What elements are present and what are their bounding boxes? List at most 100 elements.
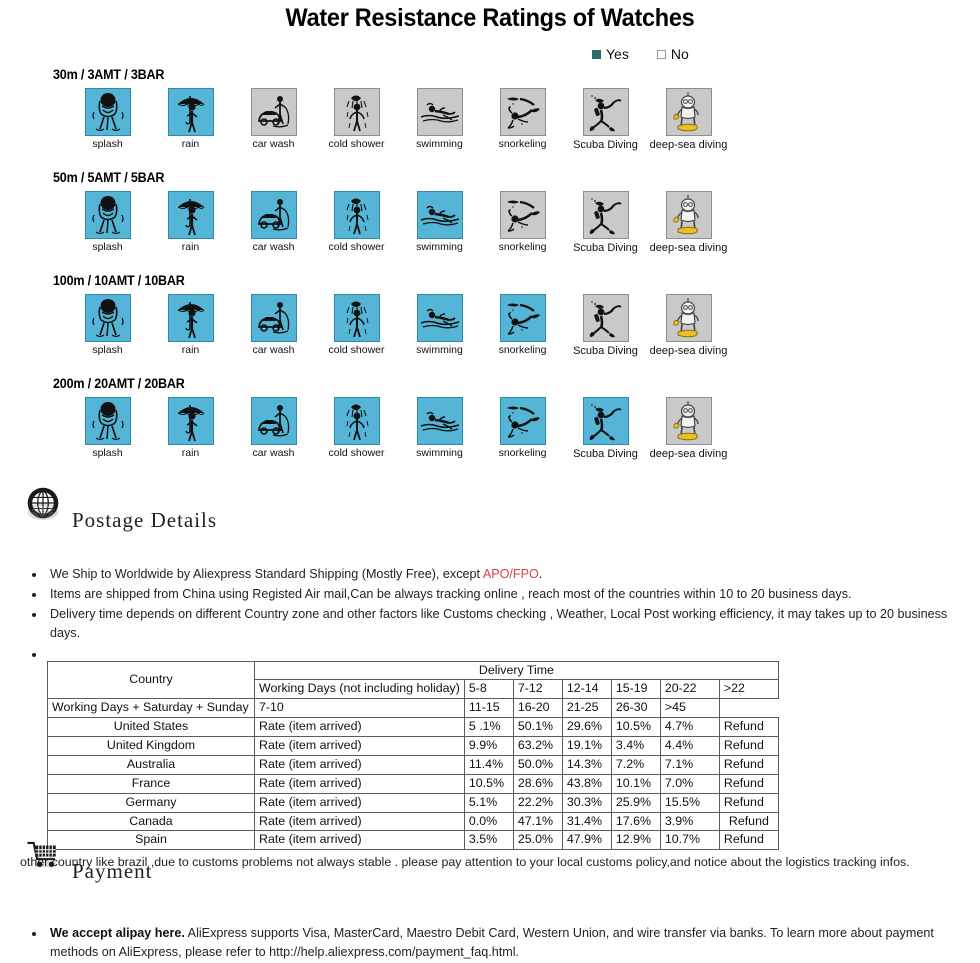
activity-tile-swimming-no (416, 88, 463, 136)
activity-label: snorkeling (498, 447, 547, 459)
globe-icon-wrap (26, 486, 60, 555)
table-header-row: Working Days + Saturday + Sunday 7-10 11-1… (47, 698, 779, 719)
cell-rate-value: 3.9% (659, 811, 720, 832)
swimming-icon (420, 411, 459, 432)
water-resistance-chart: 30m / 3AMT / 3BAR splash rain car wash c… (0, 66, 980, 478)
rating-row: 200m / 20AMT / 20BAR splash rain car was… (0, 375, 980, 478)
activity-label: splash (92, 344, 123, 356)
activity-cell-car_wash: car wash (232, 294, 315, 357)
car-wash-icon (257, 405, 289, 437)
header-range-weekday: >22 (718, 679, 779, 700)
rating-row-label: 100m / 10AMT / 10BAR (53, 273, 185, 288)
cell-country: United Kingdom (47, 736, 255, 756)
cell-rate-value: 50.0% (512, 754, 563, 775)
activity-tile-row: splash rain car wash cold shower swimmin… (0, 191, 980, 254)
activity-cell-scuba_diving: Scuba Diving (564, 294, 647, 357)
deep-sea-diving-icon (672, 92, 699, 132)
scuba-diving-icon (589, 404, 622, 441)
splash-icon (91, 196, 124, 235)
activity-label: cold shower (328, 241, 385, 253)
activity-tile-cold_shower-yes (333, 294, 380, 342)
activity-tile-snorkeling-yes (499, 294, 546, 342)
activity-tile-snorkeling-no (499, 88, 546, 136)
header-range-weekday: 5-8 (463, 679, 514, 700)
payment-bullet-text: We accept alipay here. (50, 926, 185, 940)
activity-label: splash (92, 138, 123, 150)
cell-country: Canada (47, 811, 255, 832)
cell-rate-value: 10.1% (610, 773, 661, 794)
activity-label: Scuba Diving (573, 242, 638, 254)
rating-row-label: 200m / 20AMT / 20BAR (53, 376, 185, 391)
cell-rate-value: 5.1% (463, 792, 514, 813)
scuba-diving-icon (589, 95, 622, 132)
activity-label: cold shower (328, 138, 385, 150)
activity-tile-splash-yes (84, 294, 131, 342)
car-wash-icon (257, 199, 289, 231)
activity-tile-row: splash rain car wash cold shower swimmin… (0, 397, 980, 460)
activity-cell-rain: rain (149, 191, 232, 254)
legend: Yes No (592, 46, 689, 62)
table-row: Canada Rate (item arrived) 0.0% 47.1% 31.4% 1… (47, 811, 779, 832)
header-delivery-time: Delivery Time (254, 660, 779, 681)
postage-bullet-text: We Ship to Worldwide by Aliexpress Stand… (50, 567, 483, 581)
postage-bullet-list: We Ship to Worldwide by Aliexpress Stand… (0, 565, 980, 659)
rating-row: 30m / 3AMT / 3BAR splash rain car wash c… (0, 66, 980, 169)
header-country: Country (47, 660, 255, 700)
cell-rate-label: Rate (item arrived) (254, 754, 465, 775)
activity-tile-snorkeling-yes (499, 397, 546, 445)
snorkeling-icon (506, 200, 540, 232)
cell-rate-value: 19.1% (561, 736, 612, 756)
activity-tile-deep_sea_diving-no (665, 191, 712, 239)
globe-icon-reflection (27, 503, 59, 521)
activity-tile-scuba_diving-yes (582, 397, 629, 445)
activity-cell-cold_shower: cold shower (315, 294, 398, 357)
swimming-icon (420, 308, 459, 329)
payment-section: Payment We accept alipay here. AliExpres… (0, 837, 980, 963)
header-range-allday: >45 (659, 698, 720, 719)
cold-shower-icon (345, 198, 368, 235)
activity-label: deep-sea diving (649, 448, 728, 460)
activity-cell-swimming: swimming (398, 191, 481, 254)
table-row: United States Rate (item arrived) 5 .1% 50.… (47, 717, 779, 738)
activity-cell-car_wash: car wash (232, 191, 315, 254)
postage-title: Postage Details (72, 508, 218, 532)
activity-cell-scuba_diving: Scuba Diving (564, 88, 647, 151)
cell-rate-value: 15.5% (659, 792, 720, 813)
swimming-icon (420, 102, 459, 123)
postage-bullet (46, 645, 980, 659)
cell-country: France (47, 773, 255, 794)
activity-cell-scuba_diving: Scuba Diving (564, 191, 647, 254)
cell-country: Germany (47, 792, 255, 813)
activity-label: splash (92, 241, 123, 253)
cell-rate-label: Rate (item arrived) (254, 717, 465, 738)
activity-label: swimming (416, 344, 463, 356)
activity-tile-splash-yes (84, 88, 131, 136)
cell-rate-value: 10.5% (463, 773, 514, 794)
header-range-weekday: 7-12 (512, 679, 563, 700)
activity-cell-cold_shower: cold shower (315, 88, 398, 151)
cell-rate-value: 28.6% (512, 773, 563, 794)
activity-label: cold shower (328, 447, 385, 459)
deep-sea-diving-icon (672, 195, 699, 235)
snorkeling-icon (506, 97, 540, 129)
activity-tile-swimming-yes (416, 191, 463, 239)
swimming-icon (420, 205, 459, 226)
splash-icon (91, 299, 124, 338)
activity-cell-scuba_diving: Scuba Diving (564, 397, 647, 460)
activity-tile-row: splash rain car wash cold shower swimmin… (0, 294, 980, 357)
activity-cell-deep_sea_diving: deep-sea diving (647, 88, 730, 151)
header-range-allday: 26-30 (610, 698, 661, 719)
activity-label: swimming (416, 241, 463, 253)
cell-rate-value: 9.9% (463, 736, 514, 756)
activity-cell-cold_shower: cold shower (315, 191, 398, 254)
activity-tile-scuba_diving-no (582, 88, 629, 136)
rating-row-label: 30m / 3AMT / 3BAR (53, 67, 165, 82)
postage-heading: Postage Details (26, 486, 980, 555)
activity-cell-rain: rain (149, 397, 232, 460)
cell-rate-label: Rate (item arrived) (254, 773, 465, 794)
activity-cell-rain: rain (149, 294, 232, 357)
activity-label: Scuba Diving (573, 345, 638, 357)
activity-tile-snorkeling-no (499, 191, 546, 239)
activity-tile-rain-yes (167, 294, 214, 342)
header-range-weekday: 15-19 (610, 679, 661, 700)
